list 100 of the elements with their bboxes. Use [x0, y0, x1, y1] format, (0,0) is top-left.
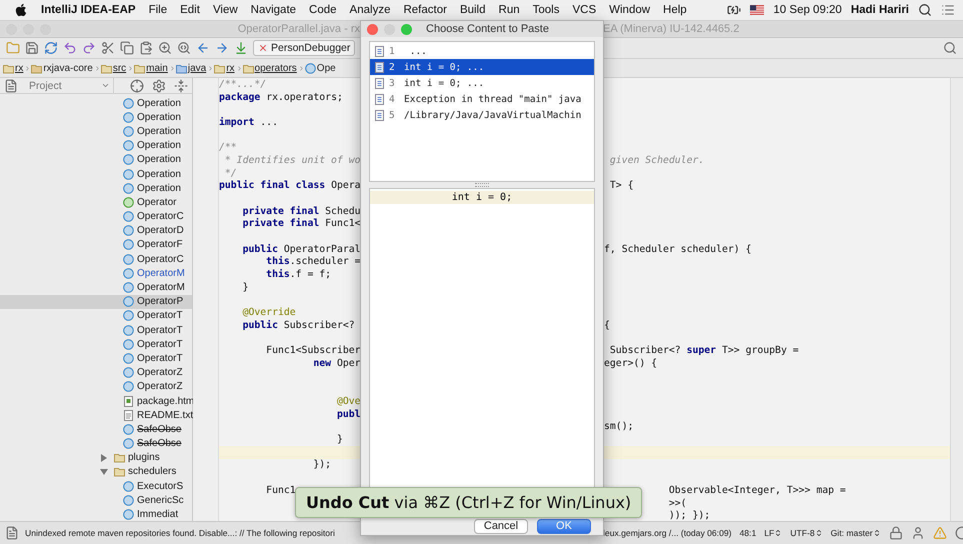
tree-item[interactable]: README.txt — [0, 408, 192, 422]
cancel-button[interactable]: Cancel — [474, 518, 528, 534]
tree-item[interactable]: Operation — [0, 166, 192, 182]
scrollbar[interactable] — [950, 78, 963, 521]
menu-item[interactable]: Window — [609, 4, 650, 16]
breadcrumb[interactable]: rx — [225, 62, 236, 74]
tree-item[interactable]: Operation — [0, 124, 192, 139]
code-text: sm(); — [604, 421, 634, 432]
splitter-grip[interactable] — [475, 183, 489, 187]
code-text: >>( — [668, 498, 687, 509]
copy-icon[interactable] — [120, 41, 134, 55]
menu-item[interactable]: Navigate — [250, 4, 296, 16]
paste-icon[interactable] — [139, 41, 153, 55]
search-icon[interactable] — [918, 3, 932, 17]
menu-item[interactable]: View — [212, 4, 238, 16]
menu-item[interactable]: Code — [309, 4, 337, 16]
status-item[interactable]: Git: master — [830, 528, 881, 538]
menu-item[interactable]: Build — [460, 4, 486, 16]
breadcrumb[interactable]: rx — [14, 62, 24, 74]
tree-item[interactable]: OperatorT — [0, 308, 192, 323]
menu-item[interactable]: Help — [663, 4, 687, 16]
tree-item[interactable]: OperatorM — [0, 280, 192, 295]
tree-item[interactable]: OperatorT — [0, 351, 192, 366]
tree-item[interactable]: Operation — [0, 181, 192, 196]
breadcrumb[interactable]: java — [186, 62, 208, 74]
breadcrumb[interactable]: Ope — [316, 62, 337, 74]
menu-item[interactable]: Run — [498, 4, 520, 16]
clock[interactable]: 10 Sep 09:20 — [773, 4, 842, 16]
tree-item[interactable]: ExecutorS — [0, 479, 192, 494]
tree-item[interactable]: package.htm — [0, 394, 192, 408]
target-icon[interactable] — [130, 78, 144, 92]
clipboard-item[interactable]: 5 /Library/Java/JavaVirtualMachin — [370, 107, 594, 123]
clipboard-item[interactable]: 2 int i = 0; ... — [370, 59, 594, 75]
code-text: package rx.operators; — [219, 92, 343, 103]
code-text: } — [242, 282, 248, 293]
project-view-dropdown[interactable]: Project — [26, 78, 114, 93]
tree-item[interactable]: schedulers — [0, 464, 192, 480]
menu-item[interactable]: VCS — [572, 4, 596, 16]
save-icon[interactable] — [25, 41, 39, 55]
tree-item[interactable]: OperatorZ — [0, 380, 192, 394]
tree-item[interactable]: SafeObse — [0, 422, 192, 436]
clipboard-item[interactable]: 3 int i = 0; ... — [370, 75, 594, 91]
undo-icon[interactable] — [63, 41, 77, 55]
status-item[interactable]: leux.gemjars.org /... (today 06:09) — [603, 528, 732, 538]
menu-item[interactable]: Edit — [180, 4, 200, 16]
list-icon[interactable] — [941, 3, 955, 17]
tree-item[interactable]: OperatorF — [0, 238, 192, 252]
tree-item[interactable]: SafeObse — [0, 436, 192, 451]
sync-icon[interactable] — [44, 41, 58, 55]
person-icon[interactable] — [910, 526, 925, 540]
tree-item[interactable]: GenericSc — [0, 493, 192, 508]
dialog-close-button[interactable] — [367, 24, 378, 34]
redo-icon[interactable] — [82, 41, 96, 55]
clipboard-item[interactable]: 1 ... — [370, 43, 594, 59]
collapse-icon[interactable] — [174, 78, 188, 92]
tree-item[interactable]: OperatorM — [0, 266, 192, 280]
tree-item[interactable]: OperatorP — [0, 294, 192, 309]
cut-icon[interactable] — [101, 41, 115, 55]
status-item[interactable]: LF — [764, 528, 782, 538]
back-icon[interactable] — [196, 41, 210, 55]
document-icon — [374, 46, 385, 56]
app-menu[interactable]: IntelliJ IDEA-EAP — [41, 4, 136, 16]
apple-logo-icon[interactable] — [14, 3, 28, 17]
forward-icon[interactable] — [215, 41, 229, 55]
tree-item[interactable]: OperatorD — [0, 224, 192, 238]
breadcrumb[interactable]: operators — [254, 62, 298, 74]
tree-item[interactable]: Operation — [0, 138, 192, 153]
tree-item[interactable]: Immediat — [0, 507, 192, 522]
tree-item[interactable]: OperatorT — [0, 337, 192, 352]
menu-item[interactable]: Analyze — [350, 4, 390, 16]
tree-item[interactable]: OperatorZ — [0, 366, 192, 380]
flag-icon[interactable] — [750, 5, 764, 15]
tree-item[interactable]: OperatorC — [0, 210, 192, 224]
status-item[interactable]: 48:1 — [740, 528, 756, 538]
tree-item[interactable]: Operation — [0, 96, 192, 110]
battery-icon[interactable] — [727, 3, 742, 17]
breadcrumb[interactable]: src — [112, 62, 128, 74]
menu-item[interactable]: File — [148, 4, 168, 16]
tree-item[interactable]: plugins — [0, 450, 192, 465]
breadcrumb[interactable]: main — [145, 62, 169, 74]
status-item[interactable]: UTF-8 — [790, 528, 823, 538]
find-icon[interactable] — [177, 41, 191, 55]
menu-item[interactable]: Refactor — [403, 4, 447, 16]
project-icon — [4, 78, 18, 92]
breadcrumb[interactable]: rxjava-core — [42, 62, 94, 74]
tree-item[interactable]: Operation — [0, 110, 192, 124]
build-icon[interactable] — [234, 41, 248, 55]
run-configuration-dropdown[interactable]: PersonDebugger — [253, 40, 356, 56]
clipboard-item[interactable]: 4 Exception in thread "main" java — [370, 91, 594, 107]
tree-item[interactable]: Operation — [0, 152, 192, 167]
user-name[interactable]: Hadi Hariri — [850, 4, 909, 16]
document-icon — [374, 62, 385, 72]
tree-item[interactable]: OperatorC — [0, 252, 192, 266]
menu-item[interactable]: Tools — [532, 4, 560, 16]
settings-icon[interactable] — [152, 78, 166, 92]
code-comment: */ — [224, 168, 237, 179]
zoom-in-icon[interactable] — [158, 41, 172, 55]
tree-item[interactable]: Operator — [0, 195, 192, 210]
lock-icon[interactable] — [888, 526, 903, 540]
tree-item[interactable]: OperatorT — [0, 323, 192, 338]
